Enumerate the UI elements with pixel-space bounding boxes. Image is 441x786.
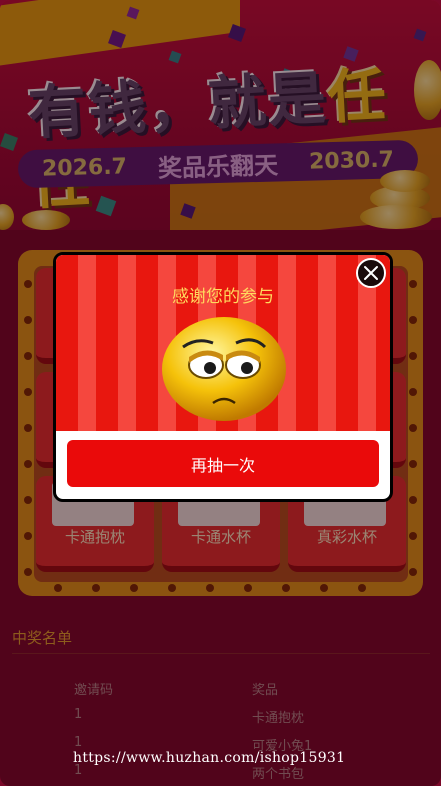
disappointed-face-icon — [162, 317, 286, 421]
close-button[interactable] — [356, 258, 386, 288]
modal-title: 感谢您的参与 — [172, 287, 274, 307]
modal-header: 感谢您的参与 — [56, 255, 390, 431]
close-icon — [364, 266, 378, 280]
watermark-url: https://www.huzhan.com/ishop15931 — [73, 750, 346, 766]
result-modal: 感谢您的参与 再抽一次 — [53, 252, 393, 502]
retry-button[interactable]: 再抽一次 — [67, 440, 379, 487]
